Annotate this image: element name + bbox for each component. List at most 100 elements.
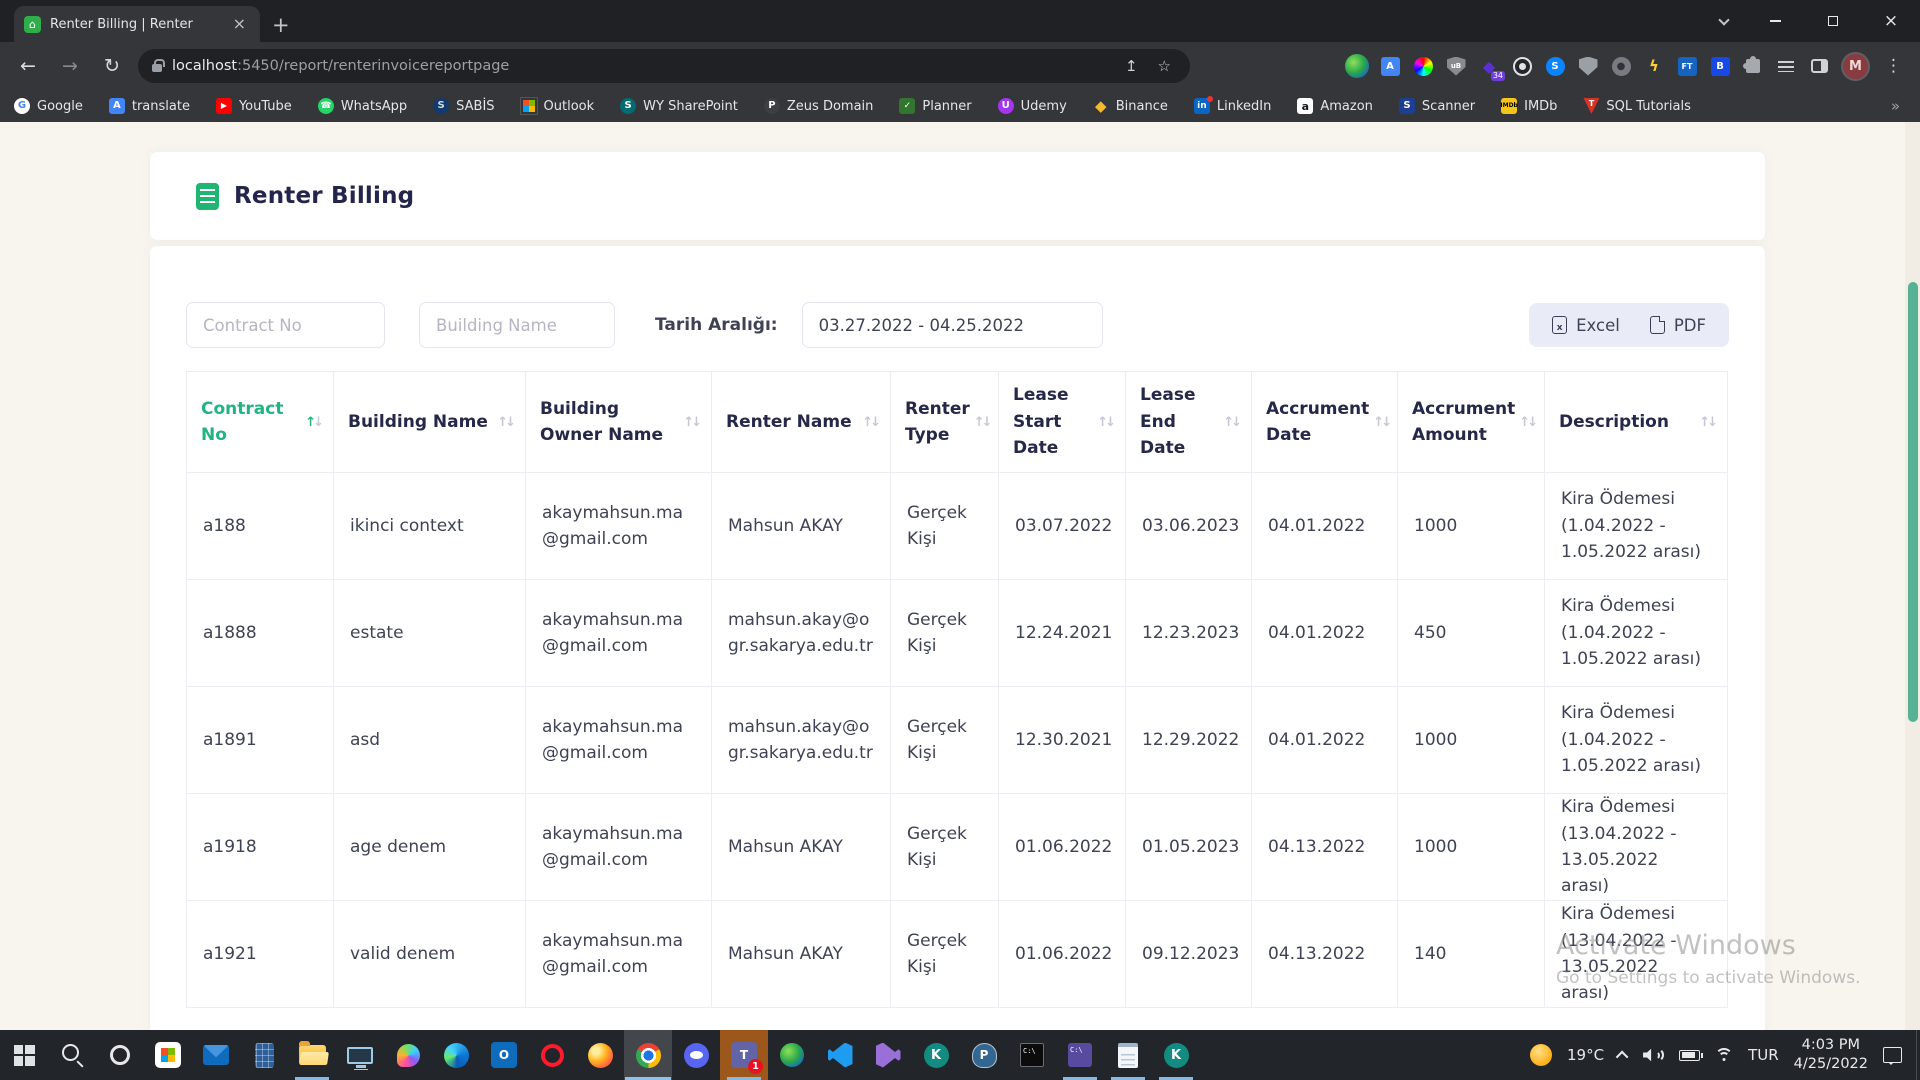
screenshot-camera-button[interactable]: ● [1608, 53, 1634, 79]
bookmark-scanner[interactable]: SScanner [1399, 98, 1475, 114]
show-desktop-button[interactable] [1916, 1030, 1920, 1080]
bookmark-sabis[interactable]: SSABİS [433, 98, 494, 114]
column-header-lease-start-date[interactable]: Lease Start Date↑↓ [999, 372, 1126, 473]
loom-button[interactable] [1509, 53, 1535, 79]
sort-icon[interactable]: ↑↓ [862, 415, 878, 430]
profile-avatar[interactable]: M [1841, 52, 1870, 81]
bookmark-google[interactable]: GGoogle [14, 98, 83, 114]
volume-icon[interactable] [1643, 1048, 1664, 1062]
column-header-lease-end-date[interactable]: Lease End Date↑↓ [1126, 372, 1252, 473]
tab-close-icon[interactable]: × [229, 15, 250, 33]
page-scrollbar[interactable] [1905, 122, 1920, 1030]
share-icon[interactable]: ↥ [1120, 57, 1143, 75]
bookmark-google-translate[interactable]: Atranslate [109, 98, 190, 114]
taskbar-discord[interactable] [672, 1030, 720, 1080]
bookmark-imdb[interactable]: IMDbIMDb [1501, 98, 1557, 114]
action-center-icon[interactable] [1883, 1047, 1902, 1063]
taskbar-outlook[interactable]: O [480, 1030, 528, 1080]
taskbar-paint3d[interactable] [384, 1030, 432, 1080]
taskbar-edge[interactable] [432, 1030, 480, 1080]
purple-gem-button[interactable]: ◆34 [1476, 53, 1502, 79]
taskbar-visual-studio[interactable] [864, 1030, 912, 1080]
bookmark-youtube[interactable]: ▶YouTube [216, 98, 292, 114]
bookmark-star-icon[interactable]: ☆ [1153, 57, 1176, 75]
sort-icon[interactable]: ↑↓ [1519, 415, 1535, 430]
taskbar-notepad[interactable] [1104, 1030, 1152, 1080]
language-indicator[interactable]: TUR [1748, 1046, 1779, 1064]
tab-search-chevron-icon[interactable] [1702, 19, 1746, 24]
taskbar-firefox[interactable] [576, 1030, 624, 1080]
bing-button[interactable]: B [1707, 53, 1733, 79]
sort-icon[interactable]: ↑↓ [1223, 415, 1239, 430]
browser-tab[interactable]: ⌂ Renter Billing | Renter × [14, 6, 260, 42]
building-name-input[interactable] [419, 302, 615, 348]
scrollbar-thumb[interactable] [1908, 282, 1918, 722]
sort-icon[interactable]: ↑↓ [497, 415, 513, 430]
bookmark-amazon[interactable]: aAmazon [1297, 98, 1373, 114]
sort-icon[interactable]: ↑↓ [1373, 415, 1389, 430]
taskbar-opera[interactable] [528, 1030, 576, 1080]
taskbar-idm[interactable] [768, 1030, 816, 1080]
shazam-button[interactable]: S [1542, 53, 1568, 79]
ft-button[interactable]: FT [1674, 53, 1700, 79]
taskbar-gitkraken-2[interactable]: K [1152, 1030, 1200, 1080]
taskbar-chrome[interactable] [624, 1030, 672, 1080]
network-wifi-icon[interactable] [1715, 1048, 1733, 1062]
sort-icon[interactable]: ↑↓ [683, 415, 699, 430]
idm-ext-button[interactable] [1344, 53, 1370, 79]
bookmark-planner[interactable]: ✓Planner [899, 98, 971, 114]
bookmark-sql-tutorials[interactable]: TSQL Tutorials [1583, 98, 1690, 114]
bookmark-microsoft[interactable]: Outlook [521, 98, 595, 114]
avira-shield-button[interactable] [1575, 53, 1601, 79]
taskbar-ms-store[interactable] [144, 1030, 192, 1080]
taskbar-clock[interactable]: 4:03 PM 4/25/2022 [1794, 1036, 1868, 1074]
thunder-button[interactable]: ϟ [1641, 53, 1667, 79]
column-header-renter-name[interactable]: Renter Name↑↓ [712, 372, 891, 473]
forward-button[interactable]: → [50, 46, 90, 86]
translate-ext-button[interactable]: A [1377, 53, 1403, 79]
taskbar-windows-terminal[interactable]: C:\ [1056, 1030, 1104, 1080]
taskbar-search[interactable] [48, 1030, 96, 1080]
column-header-contract-no[interactable]: Contract No↑↓ [187, 372, 334, 473]
bookmarks-overflow-icon[interactable]: » [1885, 97, 1906, 115]
taskbar-teams[interactable]: T1 [720, 1030, 768, 1080]
temperature-label[interactable]: 19°C [1567, 1046, 1604, 1064]
bookmark-udemy[interactable]: UUdemy [998, 98, 1067, 114]
extensions-puzzle-button[interactable] [1740, 53, 1766, 79]
taskbar-calculator[interactable] [240, 1030, 288, 1080]
bookmark-binance[interactable]: ◆Binance [1093, 98, 1168, 114]
color-wheel-button[interactable] [1410, 53, 1436, 79]
taskbar-cmd[interactable]: C:\ [1008, 1030, 1056, 1080]
column-header-building-name[interactable]: Building Name↑↓ [334, 372, 526, 473]
browser-menu-icon[interactable]: ⋮ [1879, 56, 1908, 76]
tray-overflow-chevron-icon[interactable] [1616, 1050, 1629, 1063]
sort-icon[interactable]: ↑↓ [1097, 415, 1113, 430]
contract-no-input[interactable] [186, 302, 385, 348]
pdf-button[interactable]: PDF [1635, 316, 1721, 335]
taskbar-cortana[interactable] [96, 1030, 144, 1080]
taskbar-postgresql[interactable]: P [960, 1030, 1008, 1080]
bookmark-linkedin[interactable]: inLinkedIn [1194, 98, 1271, 114]
taskbar-remote-desktop[interactable] [336, 1030, 384, 1080]
taskbar-mail[interactable] [192, 1030, 240, 1080]
bookmark-whatsapp[interactable]: ☎WhatsApp [318, 98, 407, 114]
sort-icon[interactable]: ↑↓ [1699, 415, 1715, 430]
sort-icon[interactable]: ↑↓ [974, 415, 990, 430]
excel-button[interactable]: x Excel [1537, 316, 1635, 335]
column-header-renter-type[interactable]: Renter Type↑↓ [891, 372, 999, 473]
weather-sun-icon[interactable] [1530, 1044, 1552, 1066]
column-header-accrument-amount[interactable]: Accrument Amount↑↓ [1398, 372, 1545, 473]
back-button[interactable]: ← [8, 46, 48, 86]
battery-icon[interactable] [1679, 1050, 1700, 1061]
bookmark-zeus-domain[interactable]: PZeus Domain [764, 98, 874, 114]
taskbar-vscode[interactable] [816, 1030, 864, 1080]
ublock-origin-button[interactable]: uB [1443, 53, 1469, 79]
reading-list-button[interactable] [1773, 53, 1799, 79]
column-header-building-owner-name[interactable]: Building Owner Name↑↓ [526, 372, 712, 473]
address-bar[interactable]: localhost:5450/report/renterinvoicerepor… [138, 49, 1190, 83]
side-panel-button[interactable] [1806, 53, 1832, 79]
window-maximize-button[interactable] [1804, 0, 1862, 42]
date-range-input[interactable] [802, 302, 1103, 348]
column-header-accrument-date[interactable]: Accrument Date↑↓ [1252, 372, 1398, 473]
column-header-description[interactable]: Description↑↓ [1545, 372, 1728, 473]
